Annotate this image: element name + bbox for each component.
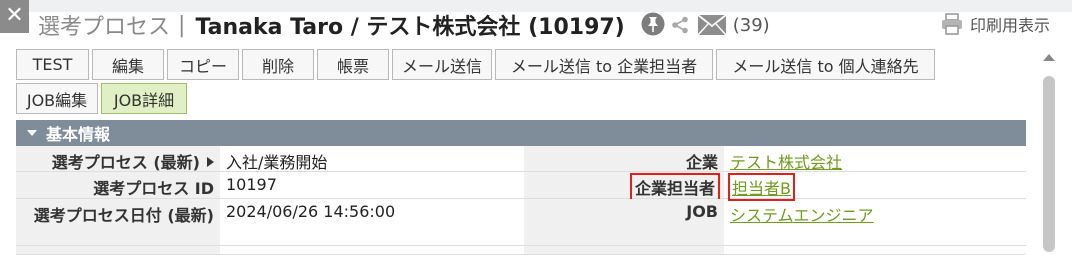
company-contact-link[interactable]: 担当者B — [732, 179, 791, 198]
share-icon[interactable] — [671, 16, 689, 34]
scrollbar-thumb[interactable] — [1043, 76, 1055, 252]
basic-info-table: 選考プロセス (最新) 入社/業務開始 企業 テスト株式会社 選考プロセス ID… — [16, 146, 1026, 255]
section-header-basic-info[interactable]: 基本情報 — [16, 120, 1026, 146]
delete-button[interactable]: 削除 — [242, 49, 314, 80]
table-row: 選考プロセス ID 10197 企業担当者 担当者B — [16, 172, 1026, 201]
print-view-link[interactable]: 印刷用表示 — [940, 12, 1050, 36]
latest-process-label: 選考プロセス (最新) — [16, 146, 220, 172]
company-label: 企業 — [524, 146, 724, 172]
breadcrumb[interactable]: 選考プロセス — [38, 9, 170, 41]
process-date-value: 2024/06/26 14:56:00 — [226, 202, 396, 221]
form-button[interactable]: 帳票 — [317, 49, 389, 80]
dialog-header: 選考プロセス | Tanaka Taro / テスト株式会社 (10197) (… — [38, 8, 770, 42]
pin-icon[interactable] — [641, 12, 665, 38]
scroll-up-icon[interactable] — [1043, 54, 1055, 61]
table-row: 選考プロセス日付 (最新) 2024/06/26 14:56:00 JOB シス… — [16, 199, 1026, 246]
toolbar-row-2: JOB編集 JOB詳細 — [16, 83, 190, 114]
company-contact-value: 担当者B — [724, 172, 1026, 201]
close-icon[interactable]: ✕ — [0, 0, 29, 33]
mail-count: (39) — [732, 14, 770, 36]
process-id-label: 選考プロセス ID — [16, 172, 220, 198]
latest-process-value: 入社/業務開始 — [226, 153, 328, 172]
company-contact-label-text: 企業担当者 — [629, 173, 721, 201]
row-cell — [220, 246, 524, 254]
company-link[interactable]: テスト株式会社 — [730, 153, 842, 172]
send-mail-to-company-contact-button[interactable]: メール送信 to 企業担当者 — [495, 49, 713, 80]
toolbar-row-1: TEST 編集 コピー 削除 帳票 メール送信 メール送信 to 企業担当者 メ… — [16, 49, 938, 80]
send-mail-button[interactable]: メール送信 — [392, 49, 492, 80]
table-row: 選考プロセス (最新) 入社/業務開始 企業 テスト株式会社 — [16, 146, 1026, 172]
send-mail-to-personal-contact-button[interactable]: メール送信 to 個人連絡先 — [716, 49, 935, 80]
copy-button[interactable]: コピー — [167, 49, 239, 80]
job-value: システムエンジニア — [724, 199, 1026, 245]
caret-right-icon[interactable] — [207, 157, 214, 167]
scrollbar[interactable] — [1043, 76, 1055, 252]
company-contact-label: 企業担当者 — [524, 172, 724, 201]
table-row — [16, 246, 1026, 255]
mail-icon[interactable] — [697, 14, 727, 36]
process-date-label: 選考プロセス日付 (最新) — [16, 199, 220, 245]
section-title: 基本情報 — [46, 125, 111, 144]
printer-icon — [940, 13, 964, 35]
company-value: テスト株式会社 — [724, 146, 1026, 172]
process-id-value: 10197 — [226, 175, 277, 194]
test-button[interactable]: TEST — [16, 49, 89, 80]
edit-button[interactable]: 編集 — [92, 49, 164, 80]
company-contact-highlight: 担当者B — [728, 173, 795, 201]
caret-down-icon — [26, 129, 38, 137]
row-cell — [724, 246, 1026, 254]
job-link[interactable]: システムエンジニア — [730, 206, 874, 225]
page-title: Tanaka Taro / テスト株式会社 (10197) — [195, 15, 625, 40]
job-edit-button[interactable]: JOB編集 — [16, 83, 98, 114]
job-label: JOB — [524, 199, 724, 245]
job-detail-button[interactable]: JOB詳細 — [101, 83, 187, 114]
row-cell — [16, 246, 220, 254]
row-cell — [524, 246, 724, 254]
title-separator: | — [178, 12, 186, 38]
print-label: 印刷用表示 — [969, 16, 1050, 35]
